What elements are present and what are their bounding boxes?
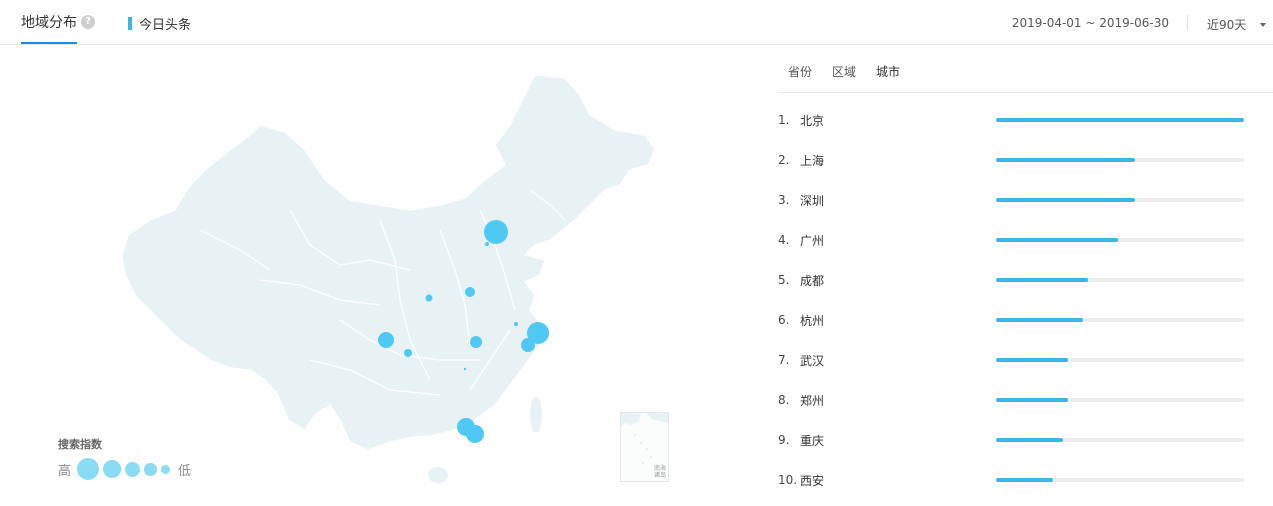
taiwan-shape: [530, 397, 542, 433]
city-name: 郑州: [800, 393, 825, 408]
bubble-xian[interactable]: [425, 294, 433, 302]
legend-high-label: 高: [58, 463, 72, 479]
city-name: 杭州: [800, 313, 825, 328]
rank-number: 7.: [778, 353, 790, 367]
city-name: 北京: [800, 113, 825, 128]
city-name: 西安: [800, 473, 825, 488]
ranking-row[interactable]: 8. 郑州: [778, 380, 1248, 420]
index-bar-fill: [996, 438, 1063, 442]
index-bar-fill: [996, 478, 1054, 482]
index-bar-track: [996, 318, 1244, 322]
rank-number: 8.: [778, 393, 790, 407]
active-tab-underline: [21, 42, 77, 44]
period-label: 近90天: [1207, 18, 1247, 32]
question-icon[interactable]: ?: [81, 15, 95, 29]
index-bar-fill: [996, 118, 1244, 122]
legend-dot-m: [125, 461, 141, 477]
caret-down-icon: [1260, 22, 1267, 27]
index-bar-fill: [996, 358, 1068, 362]
index-bar-track: [996, 438, 1244, 442]
tab-city[interactable]: 城市: [876, 63, 900, 80]
legend-scale: 高 低: [58, 458, 218, 480]
index-bar-fill: [996, 398, 1068, 402]
bubble-changsha[interactable]: [463, 367, 467, 371]
source-name: 今日头条: [139, 18, 192, 33]
hainan-shape: [428, 467, 448, 483]
rank-number: 3.: [778, 193, 790, 207]
index-bar-track: [996, 198, 1244, 202]
ranking-row[interactable]: 4. 广州: [778, 220, 1248, 260]
rank-number: 5.: [778, 273, 790, 287]
header-divider: [1187, 15, 1188, 30]
index-bar-track: [996, 118, 1244, 122]
city-name: 广州: [800, 233, 825, 248]
rank-number: 6.: [778, 313, 790, 327]
index-bar-fill: [996, 198, 1135, 202]
source-label: 今日头条: [128, 14, 191, 33]
legend-title: 搜索指数: [58, 438, 102, 451]
south-china-sea-inset: 南海 诸岛: [620, 412, 669, 482]
bubble-hangzhou[interactable]: [521, 338, 535, 352]
page-title: 地域分布: [21, 15, 77, 31]
city-name: 深圳: [800, 193, 825, 208]
region-distribution-page: 地域分布 ? 今日头条 2019-04-01 ~ 2019-06-30 近90天: [0, 0, 1273, 506]
legend-low-label: 低: [178, 463, 192, 479]
bubble-zhengzhou[interactable]: [465, 287, 475, 297]
index-bar-track: [996, 238, 1244, 242]
region-tabs: 省份 区域 城市: [778, 63, 1273, 93]
ranking-row[interactable]: 10. 西安: [778, 460, 1248, 500]
bubble-nanjing[interactable]: [514, 322, 518, 326]
city-name: 成都: [800, 273, 825, 288]
inset-label: 南海 诸岛: [653, 465, 666, 479]
index-bar-fill: [996, 278, 1088, 282]
rank-number: 1.: [778, 113, 790, 127]
city-ranking-list: 1. 北京 2. 上海 3. 深圳 4. 广州 5. 成都 6. 杭州 7. 武汉 8. 郑州 9. 重庆 10. 西…: [778, 100, 1248, 500]
legend-dot-xs: [161, 464, 171, 474]
index-bar-fill: [996, 238, 1118, 242]
ranking-row[interactable]: 5. 成都: [778, 260, 1248, 300]
tab-region-distribution[interactable]: 地域分布 ?: [21, 12, 95, 32]
china-map: [110, 70, 690, 490]
bubble-beijing[interactable]: [484, 220, 508, 244]
map-legend: 搜索指数 高 低: [58, 436, 218, 486]
date-range: 2019-04-01 ~ 2019-06-30: [1011, 16, 1169, 30]
index-bar-track: [996, 398, 1244, 402]
ranking-row[interactable]: 9. 重庆: [778, 420, 1248, 460]
header-bar: 地域分布 ? 今日头条 2019-04-01 ~ 2019-06-30 近90天: [0, 0, 1273, 45]
bubble-tianjin[interactable]: [485, 242, 489, 246]
index-bar-track: [996, 278, 1244, 282]
index-bar-track: [996, 358, 1244, 362]
ranking-row[interactable]: 3. 深圳: [778, 180, 1248, 220]
rank-number: 10.: [778, 473, 798, 487]
tab-area[interactable]: 区域: [832, 63, 856, 80]
tab-province[interactable]: 省份: [788, 63, 812, 80]
legend-dot-l: [103, 460, 122, 478]
bubble-wuhan[interactable]: [470, 336, 482, 348]
index-bar-track: [996, 478, 1244, 482]
bubble-chongqing[interactable]: [404, 349, 412, 357]
mainland-shape: [121, 74, 656, 451]
city-name: 上海: [800, 153, 825, 168]
ranking-row[interactable]: 7. 武汉: [778, 340, 1248, 380]
legend-dot-xl: [77, 458, 100, 480]
ranking-row[interactable]: 1. 北京: [778, 100, 1248, 140]
legend-dot-s: [144, 462, 158, 476]
rank-number: 4.: [778, 233, 790, 247]
rank-number: 2.: [778, 153, 790, 167]
map-svg: [121, 74, 656, 483]
index-bar-fill: [996, 158, 1135, 162]
city-name: 重庆: [800, 433, 825, 448]
city-name: 武汉: [800, 353, 825, 368]
bubble-chengdu[interactable]: [378, 332, 394, 348]
index-bar-fill: [996, 318, 1083, 322]
source-color-marker: [128, 17, 132, 30]
rank-number: 9.: [778, 433, 790, 447]
bubble-shenzhen[interactable]: [466, 425, 484, 443]
ranking-row[interactable]: 6. 杭州: [778, 300, 1248, 340]
period-dropdown[interactable]: 近90天: [1207, 16, 1267, 33]
index-bar-track: [996, 158, 1244, 162]
ranking-row[interactable]: 2. 上海: [778, 140, 1248, 180]
